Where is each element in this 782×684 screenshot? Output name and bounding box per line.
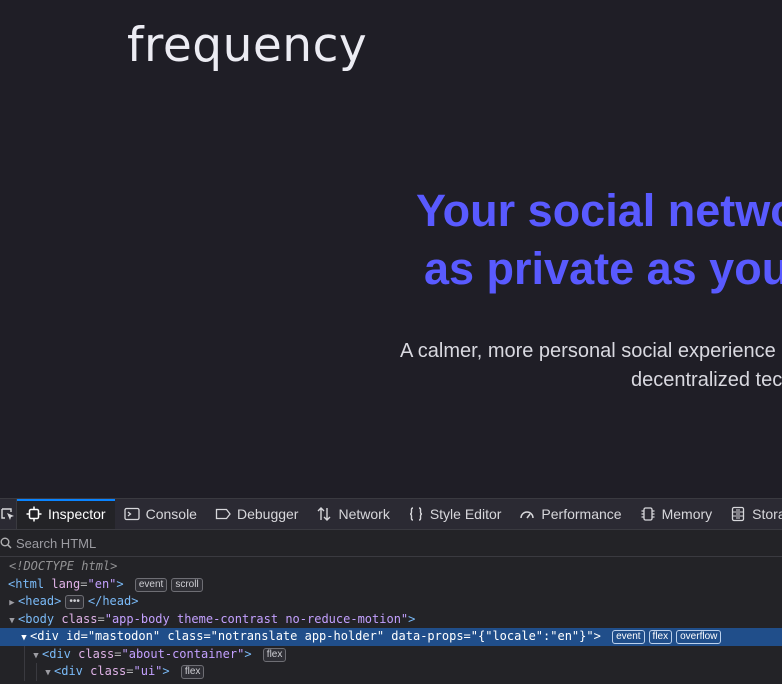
tree-row-ui[interactable]: ▼ <div class="ui"> flex bbox=[0, 663, 782, 681]
debugger-icon bbox=[215, 508, 231, 520]
flex-badge[interactable]: flex bbox=[262, 647, 287, 662]
devtools-toolbar: Inspector Console Debugger Network Style… bbox=[0, 499, 782, 530]
div-tag: <div bbox=[42, 646, 71, 661]
attr-value: "en" bbox=[87, 576, 117, 591]
tree-row-doctype[interactable]: <!DOCTYPE html> bbox=[0, 558, 782, 576]
scroll-badge[interactable]: scroll bbox=[171, 577, 203, 592]
event-badge[interactable]: event bbox=[612, 630, 645, 644]
network-icon bbox=[317, 507, 331, 521]
hero-subtitle-line-2: decentralized tec bbox=[631, 369, 782, 391]
hero-subtitle: A calmer, more personal social experienc… bbox=[400, 337, 782, 395]
attr-name: lang bbox=[51, 576, 81, 591]
tree-row-about-container[interactable]: ▼ <div class="about-container"> flex bbox=[0, 645, 782, 663]
tab-performance[interactable]: Performance bbox=[510, 499, 630, 529]
flex-badge[interactable]: flex bbox=[648, 630, 673, 644]
tab-label: Network bbox=[338, 506, 390, 522]
tag-end: > bbox=[593, 629, 601, 643]
devtools-panel: Inspector Console Debugger Network Style… bbox=[0, 498, 782, 684]
tab-storage[interactable]: Storag bbox=[721, 499, 782, 529]
head-tag: <head> bbox=[18, 594, 62, 608]
tag-end: > bbox=[116, 576, 124, 591]
hero-title-line-1: Your social netwo bbox=[416, 185, 782, 236]
web-page: frequency Your social netwo as private a… bbox=[0, 0, 782, 498]
tab-label: Console bbox=[145, 506, 197, 522]
attr-value: "app-body theme-contrast no-reduce-motio… bbox=[104, 611, 409, 626]
tab-label: Performance bbox=[541, 506, 622, 522]
style-editor-icon bbox=[409, 507, 422, 521]
attr-name: id bbox=[66, 629, 81, 643]
flex-badge[interactable]: flex bbox=[180, 665, 205, 679]
div-tag: <div bbox=[54, 664, 83, 678]
overflow-badge[interactable]: overflow bbox=[676, 630, 722, 644]
tab-memory[interactable]: Memory bbox=[631, 499, 722, 529]
attr-name: data-props bbox=[391, 629, 464, 643]
indent-guide bbox=[24, 663, 25, 681]
attr-value: "mastodon" bbox=[87, 629, 161, 643]
attr-name: class bbox=[78, 646, 115, 661]
hero-subtitle-line-1: A calmer, more personal social experienc… bbox=[400, 340, 782, 362]
tree-row-html[interactable]: <html lang="en"> event scroll bbox=[0, 576, 782, 594]
tag-end: > bbox=[162, 664, 170, 678]
tab-style-editor[interactable]: Style Editor bbox=[399, 499, 511, 529]
collapsed-ellipsis-badge[interactable]: ••• bbox=[65, 595, 84, 609]
tab-label: Storag bbox=[752, 506, 782, 522]
body-tag: <body bbox=[18, 611, 55, 626]
storage-icon bbox=[731, 506, 745, 522]
attr-value: "ui" bbox=[133, 664, 163, 678]
hero-title: Your social netwo as private as you bbox=[416, 182, 782, 298]
attr-value: "notranslate app-holder" bbox=[210, 629, 385, 643]
console-icon bbox=[123, 507, 140, 521]
tab-inspector[interactable]: Inspector bbox=[17, 499, 115, 529]
search-html-input[interactable] bbox=[16, 535, 516, 551]
tab-console[interactable]: Console bbox=[115, 499, 206, 529]
indent-guide bbox=[36, 663, 37, 681]
tab-label: Memory bbox=[661, 506, 713, 522]
html-tag: <html bbox=[8, 576, 45, 591]
attr-value: "{"locale":"en"}" bbox=[470, 629, 594, 643]
element-picker-button[interactable] bbox=[0, 499, 17, 529]
tag-end: > bbox=[408, 611, 416, 626]
collapse-arrow-icon[interactable]: ▼ bbox=[42, 665, 54, 683]
head-close-tag: </head> bbox=[87, 594, 139, 608]
markup-tree: <!DOCTYPE html> <html lang="en"> event sc… bbox=[0, 558, 782, 681]
tab-network[interactable]: Network bbox=[307, 499, 398, 529]
tree-row-mastodon-div[interactable]: ▼ <div id="mastodon" class="notranslate a… bbox=[0, 628, 782, 646]
inspector-icon bbox=[26, 506, 42, 522]
element-picker-icon bbox=[1, 508, 14, 520]
tree-row-body[interactable]: ▼ <body class="app-body theme-contrast no… bbox=[0, 611, 782, 629]
html-search-bar bbox=[0, 530, 782, 557]
tab-label: Style Editor bbox=[429, 506, 502, 522]
search-icon bbox=[0, 537, 12, 549]
hero-title-line-2: as private as you bbox=[424, 243, 782, 294]
indent-guide bbox=[24, 645, 25, 663]
site-logo[interactable]: frequency bbox=[127, 18, 367, 73]
attr-name: class bbox=[61, 611, 98, 626]
event-badge[interactable]: event bbox=[134, 577, 168, 592]
div-tag: <div bbox=[30, 629, 59, 643]
performance-icon bbox=[520, 511, 535, 519]
doctype-node: <!DOCTYPE html> bbox=[9, 559, 118, 573]
tree-row-head[interactable]: ▶ <head> ••• </head> bbox=[0, 593, 782, 611]
tab-debugger[interactable]: Debugger bbox=[206, 499, 308, 529]
attr-value: "about-container" bbox=[121, 646, 245, 661]
attr-name: class bbox=[167, 629, 204, 643]
attr-name: class bbox=[90, 664, 127, 678]
tag-end: > bbox=[244, 646, 252, 661]
tab-label: Debugger bbox=[236, 506, 299, 522]
tab-label: Inspector bbox=[48, 506, 106, 522]
memory-icon bbox=[641, 507, 655, 521]
